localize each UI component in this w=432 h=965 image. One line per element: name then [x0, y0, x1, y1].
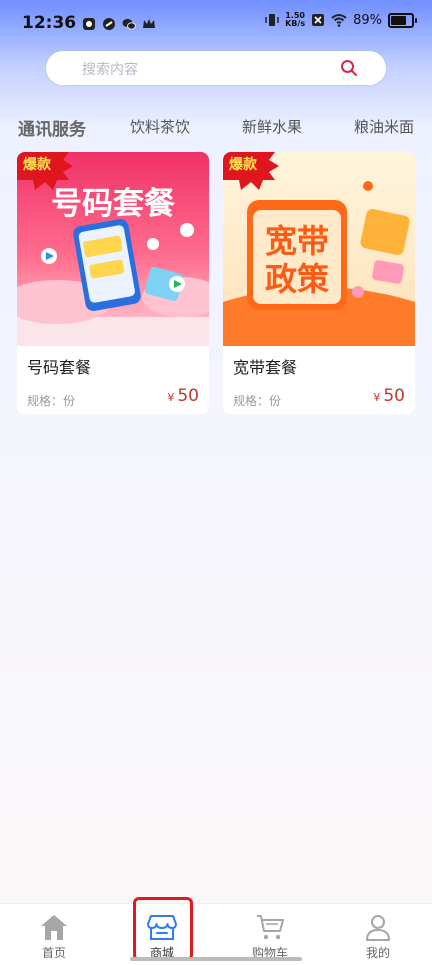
- nav-item-home[interactable]: 首页: [0, 904, 108, 965]
- product-spec: 规格：份: [27, 394, 76, 408]
- nav-label-mine[interactable]: 我的: [324, 944, 432, 961]
- battery-icon: [388, 12, 417, 28]
- tab-fruits[interactable]: 新鲜水果: [242, 116, 302, 137]
- nav-item-cart[interactable]: 购物车: [216, 904, 324, 965]
- product-title[interactable]: 号码套餐: [27, 354, 91, 378]
- battery-percent: 89%: [353, 12, 382, 28]
- search-input[interactable]: 搜索内容: [82, 59, 138, 79]
- network-speed: 1.50 KB/s: [285, 11, 306, 28]
- banner-title-line2: 政策: [265, 260, 329, 298]
- tab-communication[interactable]: 通讯服务: [18, 115, 86, 140]
- product-price: ¥50: [167, 386, 199, 406]
- product-card-broadband-plan[interactable]: 宽带 政策 爆款 宽带套餐 规格：份 ¥50: [223, 152, 415, 414]
- cart-icon[interactable]: [254, 912, 286, 942]
- product-title[interactable]: 宽带套餐: [233, 354, 297, 378]
- search-icon[interactable]: [340, 59, 358, 77]
- home-indicator: [130, 957, 302, 961]
- wifi-icon: [331, 14, 347, 27]
- user-icon[interactable]: [362, 912, 394, 942]
- product-price: ¥50: [373, 386, 405, 406]
- product-card-number-plan[interactable]: 号码套餐 爆款 号码套餐 规格：份 ¥50: [17, 152, 209, 414]
- hot-badge-label: 爆款: [229, 157, 257, 173]
- tab-grain-oil[interactable]: 粮油米面: [354, 116, 414, 137]
- crown-icon: [143, 19, 155, 28]
- app-notification-icon: [83, 18, 95, 30]
- category-tabs: 通讯服务 饮料茶饮 新鲜水果 粮油米面: [0, 116, 432, 146]
- status-bar: 12:36 1.50 KB/s 89%: [0, 0, 432, 48]
- bottom-nav: 首页 商城 购物车 我的: [0, 903, 432, 965]
- search-bar[interactable]: 搜索内容: [46, 51, 386, 85]
- home-icon[interactable]: [38, 912, 70, 942]
- nav-item-mine[interactable]: 我的: [324, 904, 432, 965]
- tab-drinks[interactable]: 饮料茶饮: [130, 116, 190, 137]
- status-time: 12:36: [22, 13, 77, 33]
- nfc-icon: [312, 14, 325, 26]
- product-spec: 规格：份: [233, 394, 282, 408]
- nav-label-home[interactable]: 首页: [0, 944, 108, 961]
- product-image[interactable]: 号码套餐 爆款: [17, 152, 209, 346]
- product-image[interactable]: 宽带 政策 爆款: [223, 152, 415, 346]
- hot-badge-label: 爆款: [23, 157, 51, 173]
- vibrate-icon: [265, 14, 279, 26]
- wechat-icon: [122, 19, 136, 30]
- banner-title-line1: 宽带: [265, 222, 329, 260]
- link-notification-icon: [103, 18, 115, 30]
- active-nav-highlight: [133, 897, 193, 961]
